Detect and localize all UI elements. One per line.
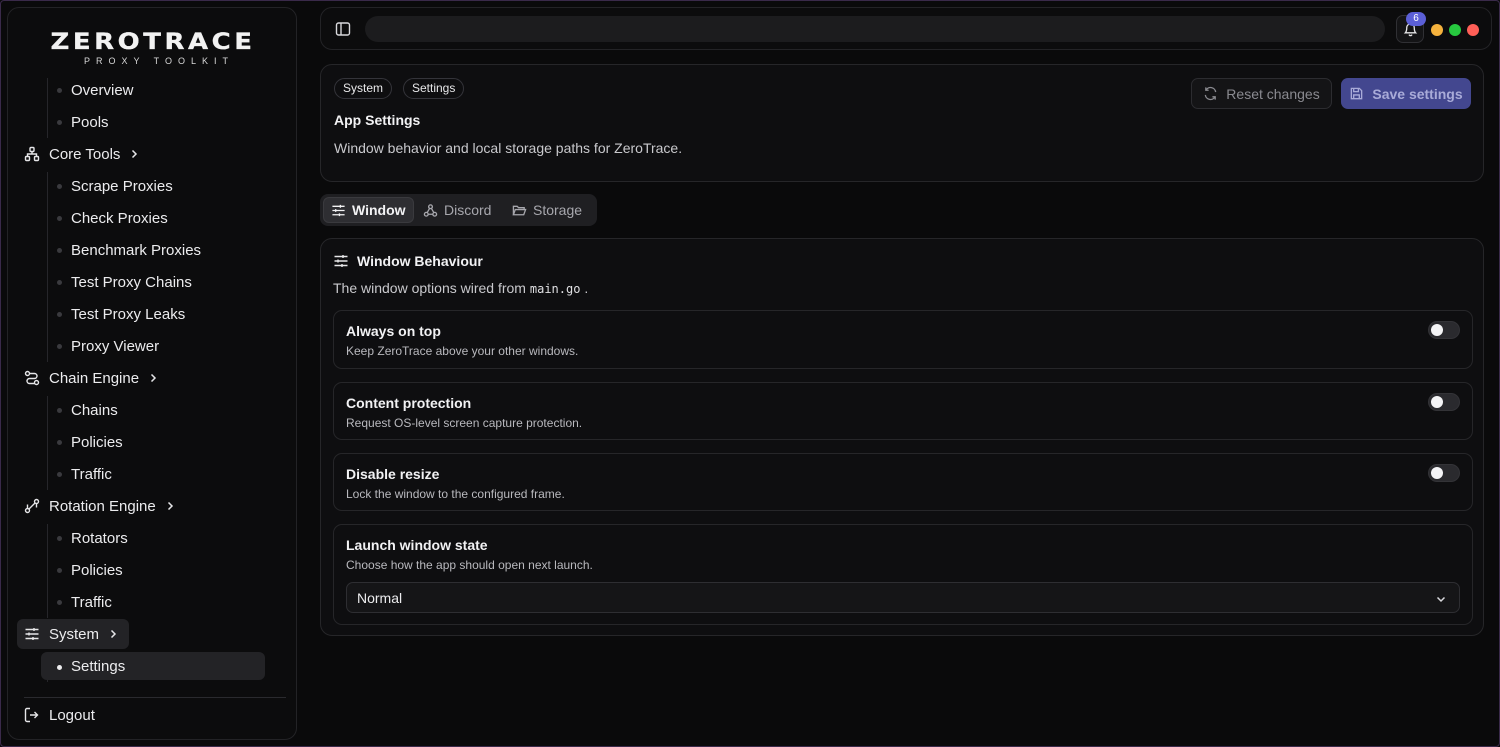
toggle-knob xyxy=(1431,324,1443,336)
tab-discord[interactable]: Discord xyxy=(416,197,498,223)
brand-tagline: PROXY TOOLKIT xyxy=(83,56,235,66)
sliders-icon xyxy=(334,255,348,267)
window-maximize-dot[interactable] xyxy=(1449,24,1461,36)
toggle-knob xyxy=(1431,467,1443,479)
page-header: System Settings App Settings Window beha… xyxy=(320,64,1484,182)
disable-resize-toggle[interactable] xyxy=(1428,464,1460,482)
settings-tabs: Window Discord Storage xyxy=(320,194,597,226)
folder-open-icon xyxy=(512,205,527,215)
sidebar-group-chain-engine[interactable]: Chain Engine xyxy=(17,363,169,393)
option-description: Request OS-level screen capture protecti… xyxy=(346,416,583,430)
brand-logo: ZEROTRACE PROXY TOOLKIT xyxy=(24,31,282,66)
workflow-icon xyxy=(24,498,40,514)
window-behaviour-card: Window Behaviour The window options wire… xyxy=(320,238,1484,636)
sidebar-group-rotation-engine[interactable]: Rotation Engine xyxy=(17,491,186,521)
content-protection-toggle[interactable] xyxy=(1428,393,1460,411)
sidebar: ZEROTRACE PROXY TOOLKIT Overview Pools C… xyxy=(7,7,297,740)
sidebar-item-test-proxy-chains[interactable]: Test Proxy Chains xyxy=(41,267,265,297)
sidebar-item-benchmark-proxies[interactable]: Benchmark Proxies xyxy=(41,235,265,265)
sidebar-group-system[interactable]: System xyxy=(17,619,130,649)
select-value: Normal xyxy=(357,589,403,606)
sidebar-divider xyxy=(24,697,286,698)
sidebar-item-proxy-viewer[interactable]: Proxy Viewer xyxy=(41,331,265,361)
brand-name: ZEROTRACE xyxy=(50,30,256,55)
option-launch-window-state: Launch window state Choose how the app s… xyxy=(333,524,1473,625)
notification-badge: 6 xyxy=(1406,12,1426,26)
sidebar-item-scrape-proxies[interactable]: Scrape Proxies xyxy=(41,171,265,201)
option-description: Lock the window to the configured frame. xyxy=(346,487,565,501)
sliders-icon xyxy=(332,204,345,216)
option-content-protection: Content protection Request OS-level scre… xyxy=(333,382,1473,440)
sidebar-item-test-proxy-leaks[interactable]: Test Proxy Leaks xyxy=(41,299,265,329)
window-minimize-dot[interactable] xyxy=(1431,24,1443,36)
logout-button[interactable]: Logout xyxy=(17,700,105,730)
toggle-knob xyxy=(1431,396,1443,408)
sidebar-item-chains[interactable]: Chains xyxy=(41,395,265,425)
tab-window[interactable]: Window xyxy=(323,197,414,223)
sidebar-item-rotation-policies[interactable]: Policies xyxy=(41,555,265,585)
save-settings-button[interactable]: Save settings xyxy=(1341,78,1471,109)
chevron-right-icon xyxy=(132,149,138,159)
chevron-right-icon xyxy=(110,629,117,639)
chevron-right-icon xyxy=(151,373,157,383)
option-title: Always on top xyxy=(346,323,441,339)
option-title: Disable resize xyxy=(346,466,440,482)
sidebar-item-chain-policies[interactable]: Policies xyxy=(41,427,265,457)
option-title: Launch window state xyxy=(346,537,488,553)
sidebar-toggle-icon[interactable] xyxy=(335,21,351,37)
tab-storage[interactable]: Storage xyxy=(505,197,589,223)
sidebar-item-overview[interactable]: Overview xyxy=(41,75,265,105)
chevron-down-icon xyxy=(1436,596,1446,603)
sidebar-item-pools[interactable]: Pools xyxy=(41,107,265,137)
sidebar-item-rotation-traffic[interactable]: Traffic xyxy=(41,587,265,617)
option-description: Choose how the app should open next laun… xyxy=(346,558,593,572)
page-title: App Settings xyxy=(334,112,421,128)
reset-changes-button[interactable]: Reset changes xyxy=(1191,78,1332,109)
launch-state-select[interactable]: Normal xyxy=(346,582,1460,613)
page-description: Window behavior and local storage paths … xyxy=(334,140,683,156)
sidebar-group-core-tools[interactable]: Core Tools xyxy=(17,139,150,169)
route-icon xyxy=(24,370,40,386)
code-filename: main.go xyxy=(529,282,581,296)
chevron-right-icon xyxy=(167,501,173,511)
refresh-icon xyxy=(1204,86,1217,101)
sliders-icon xyxy=(25,628,39,640)
breadcrumb-settings[interactable]: Settings xyxy=(403,78,465,99)
sidebar-item-check-proxies[interactable]: Check Proxies xyxy=(41,203,265,233)
sidebar-item-settings[interactable]: Settings xyxy=(41,652,265,680)
section-title: Window Behaviour xyxy=(357,253,483,269)
option-always-on-top: Always on top Keep ZeroTrace above your … xyxy=(333,310,1473,369)
top-bar: 6 xyxy=(320,7,1492,50)
option-title: Content protection xyxy=(346,395,472,411)
sidebar-item-rotators[interactable]: Rotators xyxy=(41,523,265,553)
window-close-dot[interactable] xyxy=(1467,24,1479,36)
option-disable-resize: Disable resize Lock the window to the co… xyxy=(333,453,1473,511)
network-icon xyxy=(24,146,40,162)
section-description: The window options wired from main.go . xyxy=(333,280,589,296)
save-icon xyxy=(1351,87,1363,100)
search-input[interactable] xyxy=(365,16,1385,42)
option-description: Keep ZeroTrace above your other windows. xyxy=(346,344,579,358)
always-on-top-toggle[interactable] xyxy=(1428,321,1460,339)
sidebar-item-chain-traffic[interactable]: Traffic xyxy=(41,459,265,489)
webhook-icon xyxy=(423,203,438,217)
logout-icon xyxy=(24,707,39,723)
breadcrumb-system[interactable]: System xyxy=(334,78,393,99)
